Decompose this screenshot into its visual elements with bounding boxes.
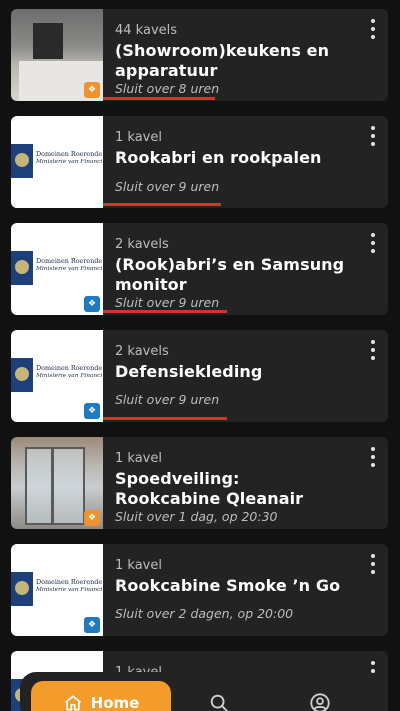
government-logo-thumbnail: Domeinen Roerende ZakenMinisterie van Fi…	[11, 544, 103, 636]
grapes-badge-icon: ❖	[84, 296, 100, 312]
closing-time: Sluit over 1 dag, op 20:30	[115, 509, 278, 524]
grapes-badge-icon: ❖	[84, 82, 100, 98]
crest-icon	[15, 153, 29, 167]
closing-time: Sluit over 8 uren	[115, 81, 220, 96]
bottom-navigation: Home	[20, 672, 380, 711]
closing-soon-bar	[103, 203, 221, 206]
lot-count: 1 kavel	[115, 558, 162, 573]
auction-card[interactable]: Domeinen Roerende ZakenMinisterie van Fi…	[11, 116, 388, 208]
more-options-icon[interactable]	[366, 445, 380, 469]
closing-time: Sluit over 9 uren	[115, 179, 220, 194]
auction-title: (Showroom)keukens en apparatuur	[115, 41, 330, 80]
crest-icon	[15, 367, 29, 381]
closing-time: Sluit over 9 uren	[115, 392, 220, 407]
auction-card[interactable]: ❖ 1 kavel Spoedveiling: Rookcabine Qlean…	[11, 437, 388, 529]
auction-card[interactable]: Domeinen Roerende ZakenMinisterie van Fi…	[11, 330, 388, 422]
nav-home-label: Home	[90, 694, 140, 711]
government-logo-thumbnail: Domeinen Roerende ZakenMinisterie van Fi…	[11, 330, 103, 422]
lot-count: 1 kavel	[115, 451, 162, 466]
lot-count: 1 kavel	[115, 130, 162, 145]
closing-soon-bar	[103, 97, 215, 100]
more-options-icon[interactable]	[366, 231, 380, 255]
crest-icon	[15, 260, 29, 274]
auction-title: Rookabri en rookpalen	[115, 148, 322, 167]
closing-soon-bar	[103, 310, 227, 313]
grapes-badge-icon: ❖	[84, 617, 100, 633]
more-options-icon[interactable]	[366, 338, 380, 362]
auction-title: (Rook)abri’s en Samsung monitor	[115, 255, 345, 294]
government-logo-thumbnail: Domeinen Roerende ZakenMinisterie van Fi…	[11, 223, 103, 315]
lot-count: 44 kavels	[115, 23, 178, 38]
closing-time: Sluit over 9 uren	[115, 295, 220, 310]
auction-title: Defensiekleding	[115, 362, 263, 381]
more-options-icon[interactable]	[366, 124, 380, 148]
grapes-badge-icon: ❖	[84, 403, 100, 419]
closing-time: Sluit over 2 dagen, op 20:00	[115, 606, 294, 621]
government-logo-thumbnail: Domeinen Roerende ZakenMinisterie van Fi…	[11, 116, 103, 208]
more-options-icon[interactable]	[366, 17, 380, 41]
auction-card[interactable]: ❖ 44 kavels (Showroom)keukens en apparat…	[11, 9, 388, 101]
auction-title: Spoedveiling: Rookcabine Qleanair	[115, 469, 304, 508]
closing-soon-bar	[103, 417, 227, 420]
auction-card[interactable]: Domeinen Roerende ZakenMinisterie van Fi…	[11, 223, 388, 315]
smoking-cabin-thumbnail: ❖	[11, 437, 103, 529]
house-icon	[64, 695, 81, 711]
nav-home-button[interactable]: Home	[31, 681, 171, 711]
search-icon[interactable]	[208, 692, 230, 711]
more-options-icon[interactable]	[366, 552, 380, 576]
kitchen-thumbnail: ❖	[11, 9, 103, 101]
lot-count: 2 kavels	[115, 237, 169, 252]
user-icon[interactable]	[309, 692, 331, 711]
crest-icon	[15, 581, 29, 595]
auction-card[interactable]: Domeinen Roerende ZakenMinisterie van Fi…	[11, 544, 388, 636]
auction-title: Rookcabine Smoke ’n Go	[115, 576, 341, 595]
grapes-badge-icon: ❖	[84, 510, 100, 526]
lot-count: 2 kavels	[115, 344, 169, 359]
